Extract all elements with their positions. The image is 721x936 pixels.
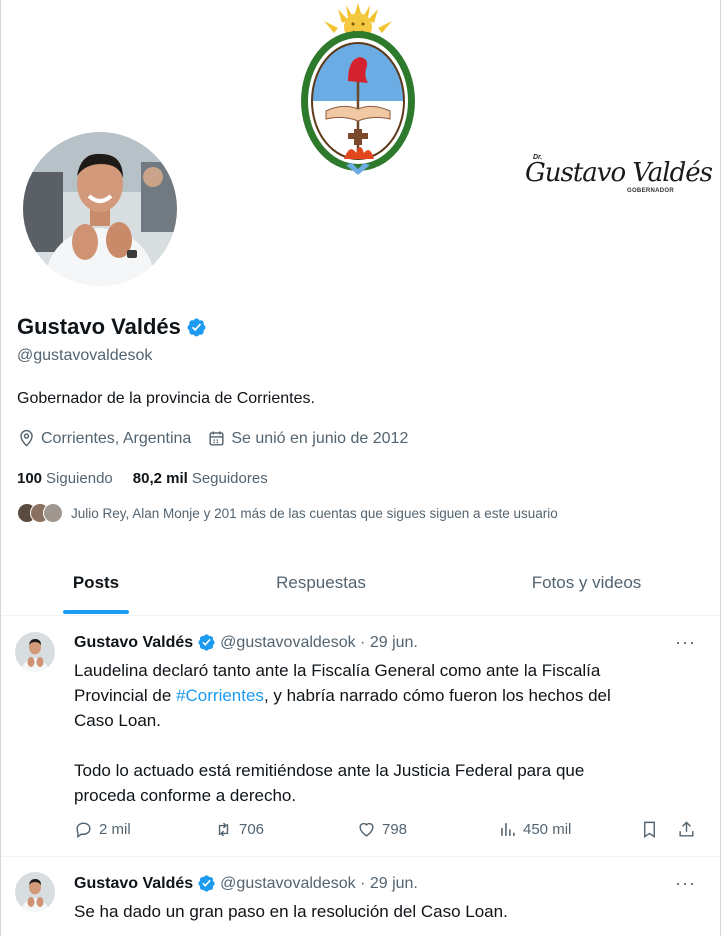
profile-avatar[interactable] <box>19 128 181 290</box>
calendar-icon <box>209 431 224 446</box>
signature-name: Gustavo Valdés <box>525 158 713 188</box>
signature-role: GOBERNADOR <box>627 188 675 194</box>
views-count: 450 mil <box>523 821 572 838</box>
joined-text: Se unió en junio de 2012 <box>231 429 409 447</box>
profile-meta: Corrientes, Argentina Se unió en junio d… <box>17 429 424 448</box>
profile-joined: Se unió en junio de 2012 <box>207 429 408 448</box>
bookmark-icon <box>644 821 655 838</box>
tweet-author-avatar[interactable] <box>15 872 55 912</box>
verified-badge-icon[interactable] <box>197 633 216 652</box>
tweet-author-avatar[interactable] <box>15 632 55 672</box>
tweet-handle-date[interactable]: @gustavovaldesok · 29 jun. <box>220 875 418 893</box>
profile-page: Dr. Gustavo Valdés GOBERNADOR Gustavo Va… <box>0 0 721 936</box>
tab-replies[interactable]: Respuestas <box>191 558 451 615</box>
tweet-text-segment: , y habría narrado cómo fueron los hecho… <box>263 686 611 705</box>
reply-button[interactable]: 2 mil <box>74 820 131 839</box>
hashtag-link[interactable]: #Corrientes <box>176 686 264 705</box>
views-button[interactable]: 450 mil <box>498 820 571 839</box>
governor-signature-logo: Dr. Gustavo Valdés GOBERNADOR <box>521 150 713 200</box>
followers-you-know[interactable]: Julio Rey, Alan Monje y 201 más de las c… <box>17 503 558 523</box>
tweet-handle-date[interactable]: @gustavovaldesok · 29 jun. <box>220 634 418 652</box>
tab-media[interactable]: Fotos y videos <box>451 558 720 615</box>
location-icon <box>20 429 33 447</box>
followers-label: Seguidores <box>191 470 268 487</box>
tweet-text: Se ha dado un gran paso en la resolución… <box>74 899 694 924</box>
profile-bio: Gobernador de la provincia de Corrientes… <box>17 390 315 407</box>
like-count: 798 <box>382 821 408 838</box>
tweet-text-line: Laudelina declaró tanto ante la Fiscalía… <box>74 661 601 680</box>
profile-tabs: Posts Respuestas Fotos y videos <box>1 558 720 616</box>
tweet-author-name[interactable]: Gustavo Valdés <box>74 875 193 893</box>
followers-count: 80,2 mil <box>132 470 188 487</box>
active-tab-indicator <box>63 610 129 614</box>
coat-of-arms-image <box>301 3 415 175</box>
repost-button[interactable]: 706 <box>214 820 264 839</box>
avatar <box>43 503 63 523</box>
following-label: Siguiendo <box>46 470 113 487</box>
more-icon[interactable]: ··· <box>675 873 696 894</box>
share-icon <box>679 821 694 837</box>
share-button[interactable] <box>677 820 702 839</box>
tweet-header: Gustavo Valdés @gustavovaldesok · 29 jun… <box>74 874 418 893</box>
like-icon <box>359 822 374 837</box>
tweet-text-line: Provincial de #Corrientes, y habría narr… <box>74 683 694 708</box>
followers-link[interactable]: 80,2 mil Seguidores <box>133 470 268 487</box>
tweet-text-line: proceda conforme a derecho. <box>74 786 297 805</box>
repost-count: 706 <box>239 821 265 838</box>
verified-badge-icon[interactable] <box>197 874 216 893</box>
known-followers-avatars <box>17 503 63 523</box>
profile-name: Gustavo Valdés <box>17 314 181 339</box>
views-icon <box>501 823 515 836</box>
location-text: Corrientes, Argentina <box>41 429 192 447</box>
tab-posts[interactable]: Posts <box>1 558 191 615</box>
profile-handle: @gustavovaldesok <box>17 347 153 364</box>
bookmark-button[interactable] <box>640 820 665 839</box>
follow-counts: 100 Siguiendo 80,2 mil Seguidores <box>17 470 288 487</box>
tweet-text: Laudelina declaró tanto ante la Fiscalía… <box>74 658 694 808</box>
following-count: 100 <box>17 470 43 487</box>
followed-by-text: Julio Rey, Alan Monje y 201 más de las c… <box>71 505 558 521</box>
more-icon[interactable]: ··· <box>675 632 696 653</box>
tweet-text-line: Todo lo actuado está remitiéndose ante l… <box>74 761 585 780</box>
tweet-text-line: Caso Loan. <box>74 711 161 730</box>
tweet-author-name[interactable]: Gustavo Valdés <box>74 634 193 652</box>
reply-count: 2 mil <box>99 821 131 838</box>
profile-location: Corrientes, Argentina <box>17 429 191 448</box>
tweet[interactable] <box>1 858 720 936</box>
tweet-header: Gustavo Valdés @gustavovaldesok · 29 jun… <box>74 633 418 652</box>
like-button[interactable]: 798 <box>357 820 407 839</box>
verified-badge-icon[interactable] <box>186 317 207 338</box>
following-link[interactable]: 100 Siguiendo <box>17 470 113 487</box>
tweet-text-segment: Provincial de <box>74 686 177 705</box>
profile-name-row: Gustavo Valdés <box>17 314 207 340</box>
reply-icon <box>76 822 91 839</box>
tweet-actions: 2 mil 706 798 450 mil <box>74 820 704 840</box>
repost-icon <box>218 822 229 837</box>
tweet-text-spacer <box>74 733 694 758</box>
tweet-text-line: Se ha dado un gran paso en la resolución… <box>74 902 508 921</box>
